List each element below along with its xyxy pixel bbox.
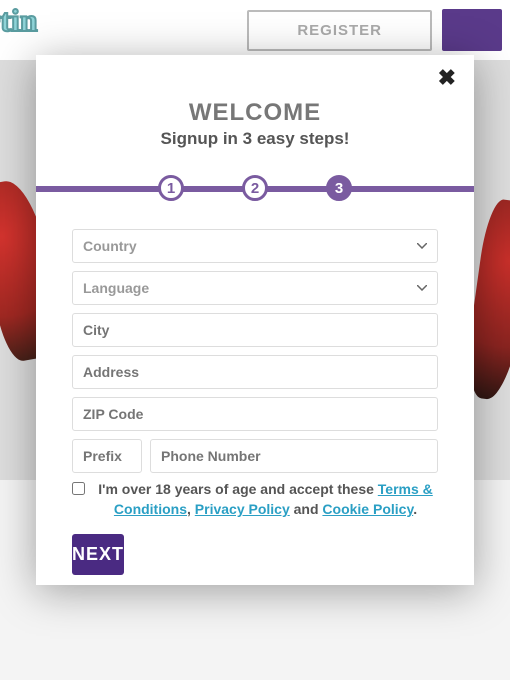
signup-form: Country Language bbox=[64, 229, 446, 473]
phone-number-input[interactable] bbox=[150, 439, 438, 473]
privacy-link[interactable]: Privacy Policy bbox=[195, 501, 290, 517]
country-select[interactable]: Country bbox=[72, 229, 438, 263]
consent-text: I'm over 18 years of age and accept thes… bbox=[93, 479, 438, 520]
modal-scroll[interactable]: WELCOME Signup in 3 easy steps! 1 2 3 Co… bbox=[36, 55, 474, 585]
modal-subtitle: Signup in 3 easy steps! bbox=[64, 129, 446, 149]
phone-prefix-input[interactable] bbox=[72, 439, 142, 473]
signup-modal: ✖ WELCOME Signup in 3 easy steps! 1 2 3 … bbox=[36, 55, 474, 585]
background-header: artin REGISTER bbox=[0, 0, 510, 60]
close-icon[interactable]: ✖ bbox=[438, 67, 456, 89]
step-3: 3 bbox=[326, 175, 352, 201]
modal-title: WELCOME bbox=[64, 99, 446, 127]
cookie-link[interactable]: Cookie Policy bbox=[322, 501, 413, 517]
step-1: 1 bbox=[158, 175, 184, 201]
consent-checkbox[interactable] bbox=[72, 482, 85, 495]
login-button[interactable] bbox=[442, 9, 502, 51]
step-2: 2 bbox=[242, 175, 268, 201]
register-button[interactable]: REGISTER bbox=[247, 10, 432, 51]
next-button[interactable]: NEXT bbox=[72, 534, 124, 575]
address-input[interactable] bbox=[72, 355, 438, 389]
language-select[interactable]: Language bbox=[72, 271, 438, 305]
site-logo: artin bbox=[0, 2, 38, 39]
step-indicator: 1 2 3 bbox=[36, 175, 474, 203]
city-input[interactable] bbox=[72, 313, 438, 347]
consent-row: I'm over 18 years of age and accept thes… bbox=[64, 479, 446, 520]
zip-input[interactable] bbox=[72, 397, 438, 431]
